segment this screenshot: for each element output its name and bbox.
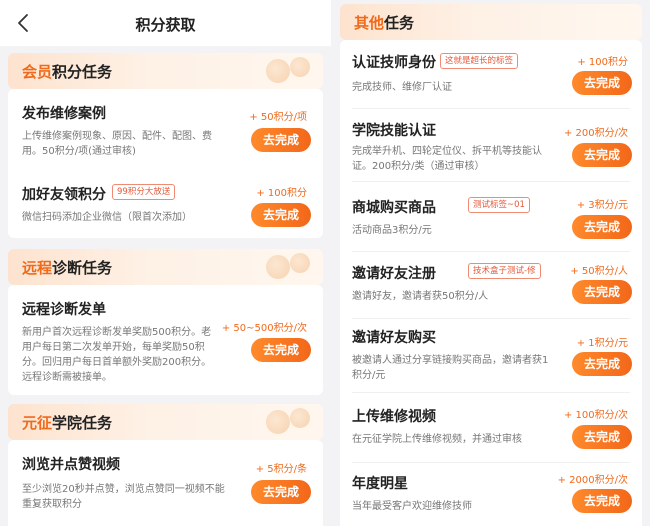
section-title-accent: 远程 (22, 259, 53, 277)
task-title: 学院技能认证 (352, 123, 436, 139)
task-description: 在元征学院上传维修视频，并通过审核 (352, 434, 522, 445)
section-title-rest: 积分任务 (52, 63, 113, 81)
task-description: 被邀请人通过分享链接购买商品，邀请者获1积分/元 (352, 355, 549, 381)
task-description: 上传维修案例现象、原因、配件、配图、费用。50积分/项(通过审核) (22, 131, 212, 157)
task-title: 年度明星 (352, 476, 408, 492)
task-reward: + 100积分 (256, 188, 307, 199)
complete-button[interactable]: 去完成 (572, 489, 632, 513)
coin-icon (290, 57, 310, 77)
task-reward: + 50积分/人 (570, 266, 628, 277)
nav-bar: 积分获取 (0, 0, 331, 46)
section-title-rest: 任务 (384, 14, 415, 32)
task-title: 商城购买商品 (352, 200, 436, 216)
left-panel: 积分获取 会员积分任务 发布维修案例 + 50积分/项 上传维修案例现象、原因、… (0, 0, 331, 526)
section-card-remote: 远程诊断发单 + 50~500积分/次 新用户首次远程诊断发单奖励500积分。老… (8, 285, 323, 395)
section-title: 远程诊断任务 (22, 257, 112, 278)
divider (352, 392, 630, 393)
task-tag: 99积分大放送 (112, 184, 176, 200)
task-title: 加好友领积分 (22, 187, 106, 203)
task-description: 当年最受客户欢迎维修技师 (352, 501, 472, 512)
section-title-accent: 其他 (354, 14, 385, 32)
page-title: 积分获取 (135, 16, 196, 34)
section-card-academy: 浏览并点赞视频 + 5积分/条 至少浏览20秒并点赞，浏览点赞同一视频不能重复获… (8, 440, 323, 526)
section-title: 其他任务 (354, 12, 414, 33)
task-description: 活动商品3积分/元 (352, 225, 432, 236)
coin-icon (266, 255, 290, 279)
task-description: 完成举升机、四轮定位仪、拆平机等技能认证。200积分/类（通过审核） (352, 146, 542, 172)
task-reward: + 200积分/次 (563, 128, 628, 139)
section-header-academy: 元征学院任务 (8, 404, 323, 440)
task-reward: + 3积分/元 (576, 200, 628, 211)
task-description: 至少浏览20秒并点赞，浏览点赞同一视频不能重复获取积分 (22, 484, 225, 510)
complete-button[interactable]: 去完成 (251, 128, 311, 152)
task-tag: 测试标签~01 (468, 197, 530, 213)
complete-button[interactable]: 去完成 (572, 143, 632, 167)
complete-button[interactable]: 去完成 (572, 71, 632, 95)
section-title-rest: 诊断任务 (52, 259, 113, 277)
task-reward: + 50~500积分/次 (221, 323, 307, 334)
task-reward: + 1积分/元 (576, 338, 628, 349)
task-title: 发布维修案例 (22, 106, 106, 122)
task-description: 新用户首次远程诊断发单奖励500积分。老用户每日第二次发单开始，每单奖励50积分… (22, 327, 212, 383)
coin-icon (266, 59, 290, 83)
complete-button[interactable]: 去完成 (251, 338, 311, 362)
task-reward: + 5积分/条 (255, 464, 307, 475)
divider (352, 108, 630, 109)
task-title: 上传维修视频 (352, 409, 436, 425)
right-panel: 其他任务 认证技师身份 这就是超长的标签 + 100积分 完成技师、维修厂认证 … (336, 0, 650, 526)
divider (352, 181, 630, 182)
coin-icon (290, 408, 310, 428)
task-title: 浏览并点赞视频 (22, 457, 120, 473)
complete-button[interactable]: 去完成 (572, 425, 632, 449)
section-header-other: 其他任务 (340, 4, 642, 40)
divider (352, 462, 630, 463)
task-description: 微信扫码添加企业微信（限首次添加） (22, 212, 192, 223)
section-title-accent: 会员 (22, 63, 53, 81)
task-reward: + 100积分/次 (563, 410, 628, 421)
task-tag: 技术盒子测试-修 (468, 263, 541, 279)
task-title: 邀请好友购买 (352, 330, 436, 346)
task-title: 远程诊断发单 (22, 302, 106, 318)
complete-button[interactable]: 去完成 (251, 480, 311, 504)
task-tag: 这就是超长的标签 (440, 53, 519, 69)
coin-icon (290, 253, 310, 273)
section-header-member: 会员积分任务 (8, 53, 323, 89)
task-reward: + 100积分 (577, 57, 628, 68)
complete-button[interactable]: 去完成 (572, 215, 632, 239)
task-title: 认证技师身份 (352, 55, 436, 71)
task-title: 邀请好友注册 (352, 266, 436, 282)
complete-button[interactable]: 去完成 (572, 352, 632, 376)
section-title-accent: 元征 (22, 414, 53, 432)
task-description: 完成技师、维修厂认证 (352, 82, 452, 93)
complete-button[interactable]: 去完成 (572, 280, 632, 304)
section-title: 会员积分任务 (22, 61, 112, 82)
section-card-other: 认证技师身份 这就是超长的标签 + 100积分 完成技师、维修厂认证 去完成 学… (340, 40, 642, 526)
section-title-rest: 学院任务 (52, 414, 113, 432)
task-description: 邀请好友，邀请者获50积分/人 (352, 291, 489, 302)
section-header-remote: 远程诊断任务 (8, 249, 323, 285)
section-card-member: 发布维修案例 + 50积分/项 上传维修案例现象、原因、配件、配图、费用。50积… (8, 89, 323, 238)
divider (352, 318, 630, 319)
divider (352, 251, 630, 252)
task-reward: + 50积分/项 (249, 112, 307, 123)
coin-icon (266, 410, 290, 434)
section-title: 元征学院任务 (22, 412, 112, 433)
complete-button[interactable]: 去完成 (251, 203, 311, 227)
task-reward: + 2000积分/次 (557, 475, 628, 486)
